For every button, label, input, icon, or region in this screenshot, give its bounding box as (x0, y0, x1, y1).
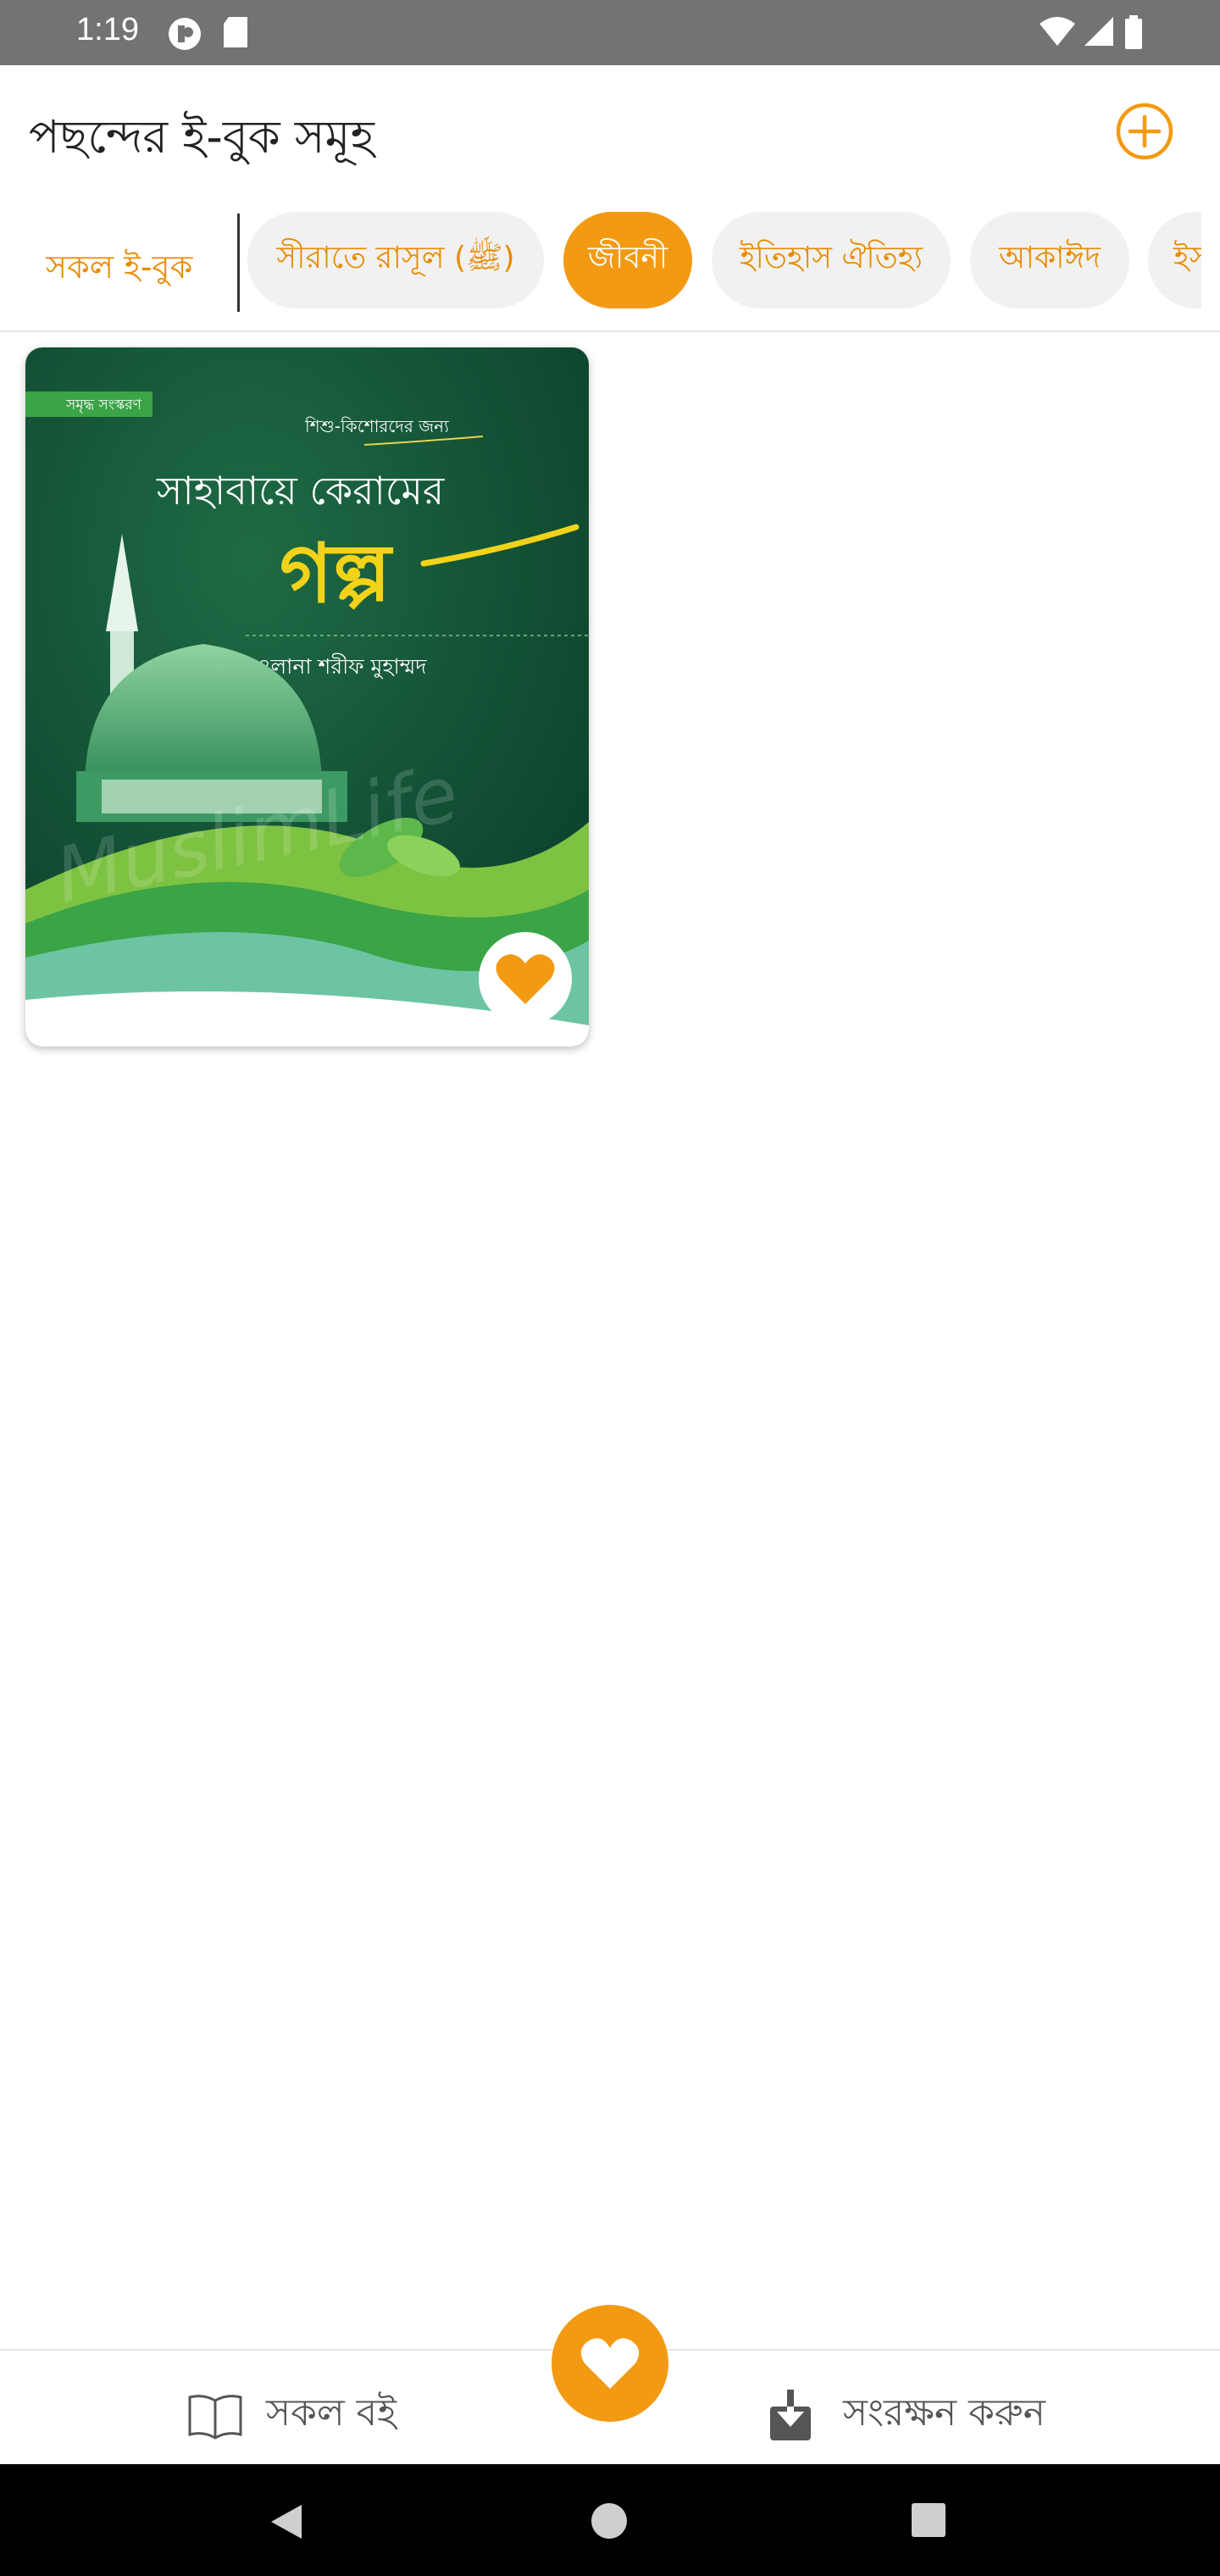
wifi-icon (1040, 17, 1075, 46)
sd-card-icon (224, 17, 247, 47)
tab-sirat[interactable]: সীরাতে রাসূল (ﷺ) (247, 212, 544, 308)
nav-save[interactable]: সংরক্ষন করুন (767, 2384, 1045, 2446)
status-time: 1:19 (76, 12, 139, 47)
favorite-heart-icon[interactable] (479, 932, 572, 1025)
tab-biography[interactable]: জীবনী (563, 212, 692, 308)
tab-aqaid[interactable]: আকাঈদ (970, 212, 1129, 308)
open-book-icon (188, 2394, 242, 2440)
tabs-separator (0, 330, 1220, 332)
cover-title-line2: গল্প (280, 526, 394, 621)
page-title: পছন্দের ই-বুক সমূহ (29, 110, 374, 164)
cover-title-line1: সাহাবায়ে কেরামের (156, 468, 445, 514)
signal-icon (1084, 17, 1113, 46)
home-icon[interactable] (591, 2502, 628, 2540)
book-card[interactable]: সমৃদ্ধ সংস্করণ শিশু-কিশোরদের জন্য সাহাবা… (25, 347, 589, 1046)
cover-badge: সমৃদ্ধ সংস্করণ (65, 397, 142, 414)
favorites-fab[interactable] (552, 2305, 668, 2422)
add-circle-icon[interactable] (1115, 102, 1174, 161)
back-icon[interactable] (268, 2501, 305, 2542)
nav-all-books[interactable]: সকল বই (186, 2384, 396, 2446)
system-navigation-bar (0, 2464, 1220, 2576)
recents-icon[interactable] (911, 2502, 946, 2538)
tab-next-partial[interactable]: ইস (1148, 212, 1201, 308)
cover-subtitle: শিশু-কিশোরদের জন্য (304, 416, 450, 436)
category-tabs: সকল ই-বুক সীরাতে রাসূল (ﷺ) জীবনী ইতিহাস … (0, 212, 1201, 314)
tab-all-ebooks[interactable]: সকল ই-বুক (46, 242, 192, 297)
tab-divider (237, 214, 240, 312)
tab-history[interactable]: ইতিহাস ঐতিহ্য (712, 212, 951, 308)
status-bar: 1:19 (0, 0, 1220, 65)
download-icon (770, 2389, 811, 2440)
battery-icon (1125, 15, 1142, 49)
app-notification-icon (169, 18, 201, 50)
nav-save-label: সংরক্ষন করুন (843, 2391, 1045, 2434)
heart-icon (580, 2338, 640, 2389)
nav-all-books-label: সকল বই (266, 2391, 396, 2434)
